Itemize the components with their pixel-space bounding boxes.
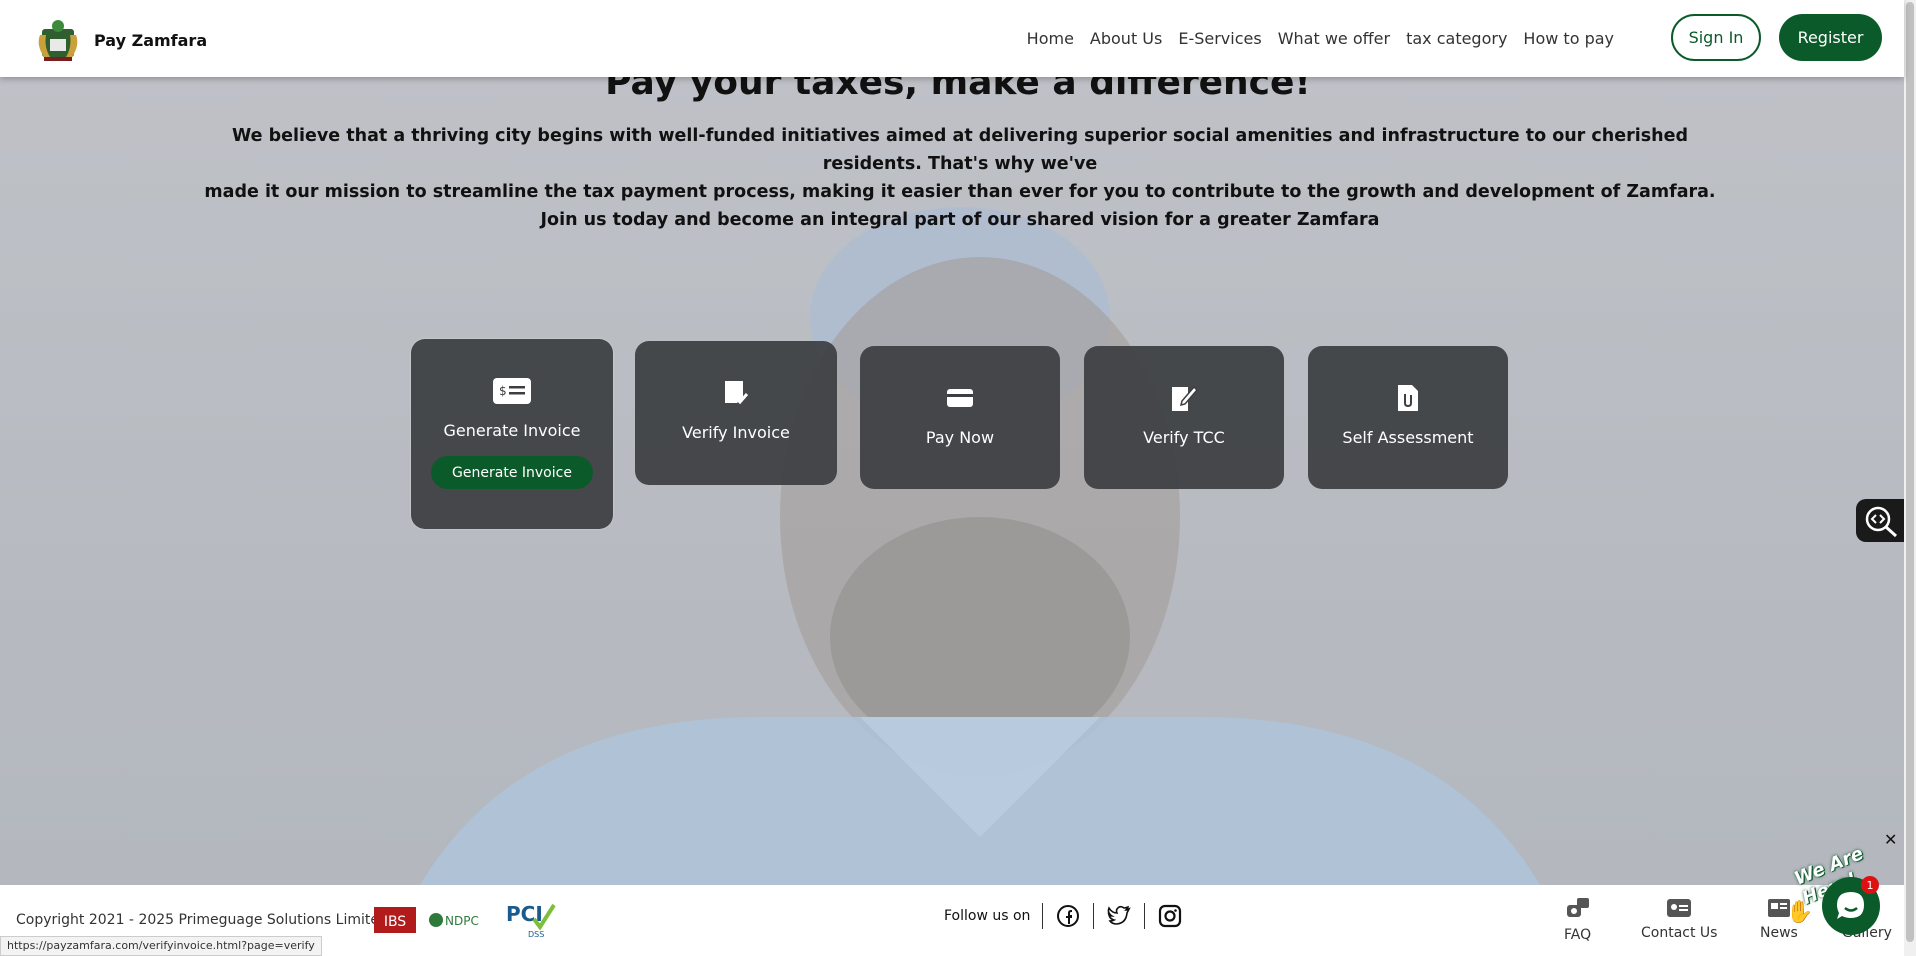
svg-text:$: $ [499, 384, 507, 398]
faq-icon [1566, 898, 1589, 917]
copyright-text: Copyright 2021 - 2025 Primeguage Solutio… [16, 912, 388, 928]
footer-link-label: Contact Us [1641, 925, 1718, 941]
chat-unread-count: 1 [1861, 876, 1879, 894]
instagram-icon[interactable] [1157, 903, 1183, 929]
contact-card-icon [1667, 899, 1692, 917]
brand-name: Pay Zamfara [94, 30, 208, 50]
card-pay-now[interactable]: Pay Now [860, 346, 1060, 489]
attach-doc-icon [1396, 382, 1420, 414]
nav-home[interactable]: Home [1027, 29, 1074, 48]
card-label: Pay Now [925, 428, 995, 447]
card-label: Self Assessment [1342, 428, 1474, 447]
edit-doc-icon [1170, 382, 1198, 414]
hero-line: made it our mission to streamline the ta… [204, 182, 1716, 202]
card-verify-invoice[interactable]: Verify Invoice [635, 341, 837, 485]
ndpc-logo: NDPC [429, 913, 479, 928]
status-bar-url: https://payzamfara.com/verifyinvoice.htm… [0, 936, 322, 956]
register-button[interactable]: Register [1779, 14, 1882, 61]
divider [1144, 903, 1146, 929]
footer-link-label: FAQ [1564, 927, 1592, 943]
nav-about-us[interactable]: About Us [1090, 29, 1162, 48]
scrollbar-thumb[interactable] [1906, 2, 1914, 942]
card-icon [946, 382, 974, 414]
invoice-icon: $ [492, 375, 532, 407]
brand[interactable]: Pay Zamfara [36, 17, 207, 63]
nav-tax-category[interactable]: tax category [1406, 29, 1507, 48]
card-generate-invoice[interactable]: $ Generate Invoice Generate Invoice [411, 339, 613, 529]
card-label: Verify TCC [1143, 428, 1225, 447]
ibs-logo: IBS [374, 907, 416, 933]
hero-description: We believe that a thriving city begins w… [180, 122, 1740, 234]
page-scrollbar[interactable] [1904, 0, 1916, 956]
svg-text:DSS: DSS [528, 930, 544, 939]
twitter-icon[interactable] [1106, 903, 1132, 929]
footer-contact-us[interactable]: Contact Us [1641, 897, 1717, 941]
card-label: Generate Invoice [443, 421, 581, 440]
zoom-widget[interactable] [1856, 499, 1906, 542]
svg-text:NDPC: NDPC [445, 914, 479, 928]
signin-button[interactable]: Sign In [1671, 14, 1761, 61]
nav-e-services[interactable]: E-Services [1178, 29, 1261, 48]
svg-text:IBS: IBS [384, 914, 406, 930]
nav-what-we-offer[interactable]: What we offer [1278, 29, 1390, 48]
divider [1093, 903, 1095, 929]
partner-logos: IBS NDPC PCI DSS [374, 899, 556, 941]
wave-hand-icon: ✋ [1786, 900, 1814, 925]
search-code-icon [1865, 506, 1898, 537]
generate-invoice-button[interactable]: Generate Invoice [431, 456, 593, 489]
verify-doc-icon [722, 377, 750, 409]
card-label: Verify Invoice [682, 423, 790, 442]
card-verify-tcc[interactable]: Verify TCC [1084, 346, 1284, 489]
site-header: Pay Zamfara Home About Us E-Services Wha… [0, 0, 1904, 77]
chat-icon [1837, 892, 1864, 919]
footer-faq[interactable]: FAQ [1564, 897, 1591, 943]
card-self-assessment[interactable]: Self Assessment [1308, 346, 1508, 489]
nav-how-to-pay[interactable]: How to pay [1523, 29, 1614, 48]
footer-link-label: News [1760, 925, 1798, 941]
pci-dss-logo: PCI DSS [506, 902, 556, 939]
social-follow: Follow us on [944, 903, 1183, 929]
hero-line: Join us today and become an integral par… [540, 210, 1380, 230]
hero-line: We believe that a thriving city begins w… [231, 126, 1688, 174]
divider [1042, 903, 1044, 929]
zamfara-logo [38, 20, 78, 61]
facebook-icon[interactable] [1055, 903, 1081, 929]
follow-label: Follow us on [944, 908, 1031, 924]
main-nav: Home About Us E-Services What we offer t… [1027, 0, 1614, 77]
